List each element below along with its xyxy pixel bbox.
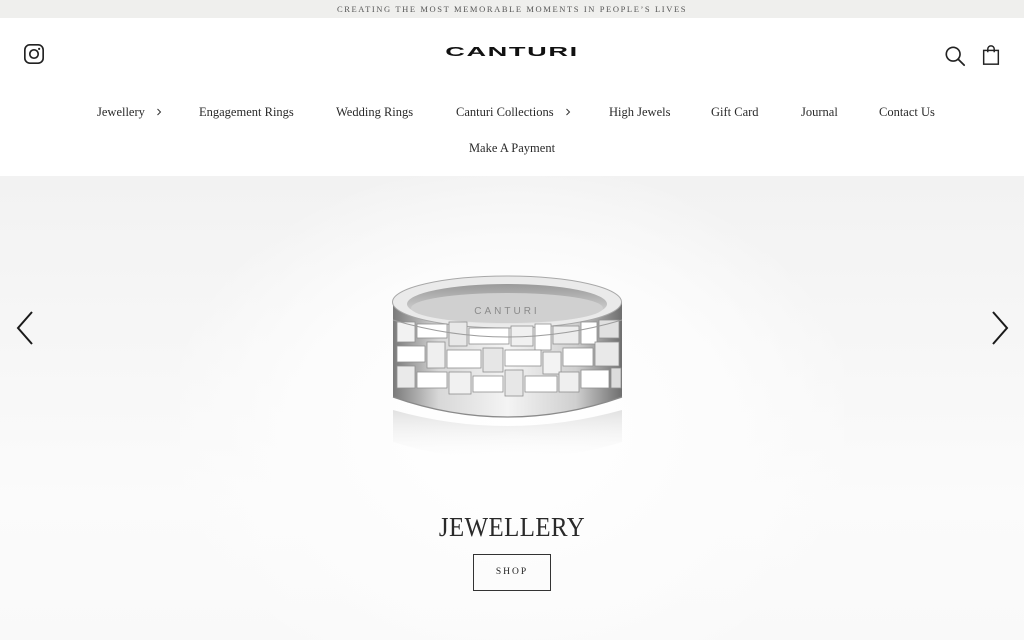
announcement-bar: CREATING THE MOST MEMORABLE MOMENTS IN P… xyxy=(0,0,1024,18)
nav-item-canturi-collections[interactable]: Canturi Collections xyxy=(456,103,572,121)
nav-item-wedding-rings[interactable]: Wedding Rings xyxy=(336,103,413,121)
chevron-left-icon[interactable] xyxy=(14,310,36,346)
nav-item-high-jewels[interactable]: High Jewels xyxy=(609,103,670,121)
brand-logo[interactable]: CANTURI xyxy=(0,44,1024,60)
nav-item-contact-us[interactable]: Contact Us xyxy=(879,103,935,121)
ring-product-image: CANTURI xyxy=(392,275,623,460)
site-header: CANTURI xyxy=(0,18,1024,92)
search-icon[interactable] xyxy=(944,45,966,67)
nav-row-secondary: Make A Payment xyxy=(0,141,1024,156)
nav-item-jewellery[interactable]: Jewellery xyxy=(97,103,163,121)
nav-item-label: Canturi Collections xyxy=(456,105,554,119)
shop-button[interactable]: SHOP xyxy=(473,554,551,591)
chevron-right-icon[interactable] xyxy=(989,310,1011,346)
chevron-right-icon xyxy=(157,108,162,116)
nav-item-label: Jewellery xyxy=(97,105,145,119)
hero-title: JEWELLERY xyxy=(438,512,586,542)
nav-item-make-a-payment[interactable]: Make A Payment xyxy=(469,141,555,155)
nav-item-gift-card[interactable]: Gift Card xyxy=(711,103,759,121)
hero-slideshow: CANTURI JEWELLERY SHOP xyxy=(0,176,1024,640)
shopping-bag-icon[interactable] xyxy=(981,44,1001,66)
ring-engraving: CANTURI xyxy=(474,306,539,317)
chevron-right-icon xyxy=(565,108,570,116)
main-navigation: Jewellery Engagement Rings Wedding Rings… xyxy=(0,98,1024,168)
nav-item-engagement-rings[interactable]: Engagement Rings xyxy=(199,103,294,121)
nav-item-journal[interactable]: Journal xyxy=(801,103,838,121)
